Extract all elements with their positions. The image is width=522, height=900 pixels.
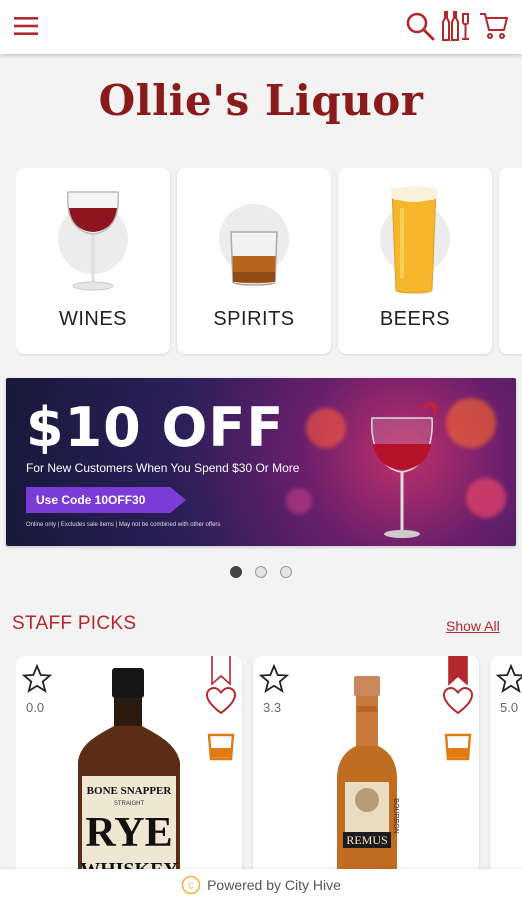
bokeh-light xyxy=(466,478,506,518)
cart-icon xyxy=(480,13,508,39)
city-hive-logo-icon: C xyxy=(181,875,201,894)
star-icon[interactable] xyxy=(496,664,522,694)
menu-button[interactable] xyxy=(8,8,44,44)
carousel-pagination xyxy=(0,566,522,578)
category-label-beers: BEERS xyxy=(379,308,451,330)
carousel-dot-3[interactable] xyxy=(280,566,292,578)
bottle-label-side: BOURBON xyxy=(392,798,399,833)
product-bottle-image: BONE SNAPPER STRAIGHT RYE WHISKEY xyxy=(78,668,180,870)
product-bottle-image: REMUS BOURBON xyxy=(337,676,399,870)
bokeh-light xyxy=(446,398,496,448)
whiskey-glass-icon[interactable] xyxy=(443,732,473,762)
heart-icon[interactable] xyxy=(442,686,474,716)
wine-glass-icon xyxy=(66,191,120,291)
star-icon[interactable] xyxy=(259,664,289,694)
product-rating: 0.0 xyxy=(26,700,45,715)
star-icon[interactable] xyxy=(22,664,52,694)
store-logo: Ollie's Liquor xyxy=(0,76,522,125)
staff-picks-carousel: 0.0 BONE SNAPPER STRAIGHT RYE WHISKEY 3.… xyxy=(16,656,522,870)
promo-banner[interactable]: $10 OFF For New Customers When You Spend… xyxy=(6,378,516,546)
promo-fine-print: Online only | Excludes sale items | May … xyxy=(26,522,221,528)
bokeh-light xyxy=(286,488,312,514)
bottle-label-top: BONE SNAPPER xyxy=(87,785,173,797)
product-card[interactable]: 0.0 BONE SNAPPER STRAIGHT RYE WHISKEY xyxy=(16,656,242,870)
bottle-label-main: REMUS xyxy=(346,833,387,847)
whiskey-glass-icon xyxy=(230,231,278,286)
carousel-dot-2[interactable] xyxy=(255,566,267,578)
promo-subtitle: For New Customers When You Spend $30 Or … xyxy=(26,461,300,475)
show-all-link[interactable]: Show All xyxy=(446,618,500,634)
category-card-wines[interactable]: WINES xyxy=(16,168,170,354)
bookmark-icon[interactable] xyxy=(211,656,231,686)
category-carousel: WINES SPIRITS BEERS xyxy=(16,168,522,356)
app-header xyxy=(0,0,522,54)
category-label-wines: WINES xyxy=(58,308,128,330)
search-button[interactable] xyxy=(402,8,438,44)
search-icon xyxy=(406,12,435,41)
powered-by-footer: C Powered by City Hive xyxy=(0,869,522,900)
bookmark-icon[interactable] xyxy=(448,656,468,686)
svg-text:C: C xyxy=(188,881,194,890)
hamburger-menu-icon xyxy=(14,17,38,35)
store-logo-text: Ollie's Liquor xyxy=(98,76,424,125)
category-card-partial[interactable] xyxy=(499,168,522,354)
bokeh-light xyxy=(306,408,346,448)
product-card[interactable]: 3.3 REMUS BOURBON xyxy=(253,656,479,870)
wine-glass-illustration xyxy=(371,402,437,538)
product-card-partial[interactable]: 5.0 xyxy=(490,656,522,870)
product-rating: 5.0 xyxy=(500,700,519,715)
staff-picks-title: STAFF PICKS xyxy=(12,613,137,634)
filter-button[interactable] xyxy=(438,8,474,44)
bottle-label-mid: STRAIGHT xyxy=(114,801,145,807)
promo-title: $10 OFF xyxy=(26,396,285,459)
category-label-spirits: SPIRITS xyxy=(213,308,295,330)
cart-button[interactable] xyxy=(476,8,512,44)
category-card-spirits[interactable]: SPIRITS xyxy=(177,168,331,354)
whiskey-glass-icon[interactable] xyxy=(206,732,236,762)
bottle-label-main: RYE xyxy=(85,810,172,856)
beer-glass-icon xyxy=(391,186,437,294)
bottles-filter-icon xyxy=(442,11,469,41)
heart-icon[interactable] xyxy=(205,686,237,716)
category-card-beers[interactable]: BEERS xyxy=(338,168,492,354)
product-rating: 3.3 xyxy=(263,700,282,715)
carousel-dot-1[interactable] xyxy=(230,566,242,578)
powered-by-text: Powered by City Hive xyxy=(207,876,341,893)
promo-code-tag: Use Code 10OFF30 xyxy=(26,487,186,513)
